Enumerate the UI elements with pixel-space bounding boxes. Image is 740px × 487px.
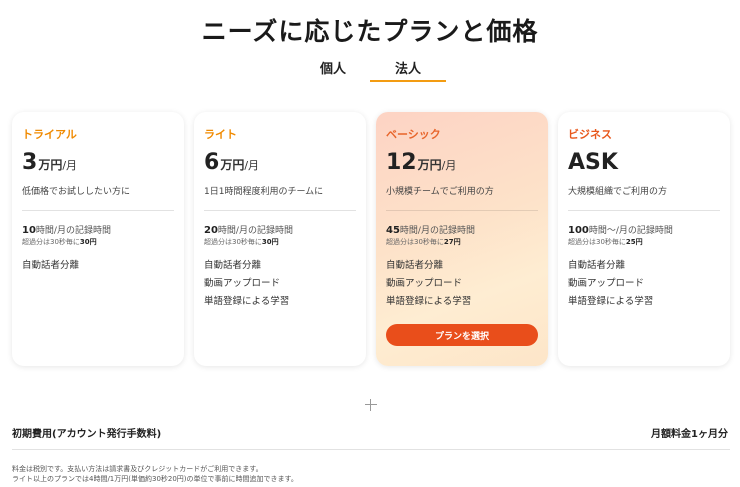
recording-hours: 10時間/月の記録時間 [22, 223, 174, 236]
recording-hours: 45時間/月の記録時間 [386, 223, 538, 236]
overage-price: 30円 [79, 238, 97, 246]
plan-name: トライアル [22, 128, 77, 141]
card-divider [22, 210, 174, 211]
overage-rate: 超過分は30秒毎に27円 [386, 237, 538, 249]
plan-name: ライト [204, 128, 237, 141]
feature-list: 自動話者分離 動画アップロード 単語登録による学習 [568, 257, 720, 311]
feature-item: 動画アップロード [568, 278, 645, 289]
tab-personal[interactable]: 個人 [298, 58, 368, 84]
card-divider [386, 210, 538, 211]
card-divider [204, 210, 356, 211]
overage-text: 超過分は30秒毎に [386, 238, 444, 246]
overage-rate: 超過分は30秒毎に25円 [568, 237, 720, 249]
plan-description: 大規模組織でご利用の方 [568, 187, 668, 197]
price-unit: 万円 [38, 158, 63, 172]
feature-list: 自動話者分離 動画アップロード 単語登録による学習 [386, 257, 538, 311]
plan-name: ビジネス [568, 128, 612, 141]
feature-item: 動画アップロード [204, 278, 281, 289]
price-suffix: /月 [244, 159, 260, 172]
plan-card-trial[interactable]: トライアル 3 万円 /月 低価格でお試ししたい方に 10時間/月の記録時間 超… [12, 112, 184, 366]
plan-card-basic[interactable]: ベーシック 12 万円 /月 小規模チームでご利用の方 45時間/月の記録時間 … [376, 112, 548, 366]
hours-value: 10 [22, 225, 36, 236]
price-unit: 万円 [220, 158, 245, 172]
overage-rate: 超過分は30秒毎に30円 [204, 237, 356, 249]
recording-hours: 20時間/月の記録時間 [204, 223, 356, 236]
price-value: 6 [204, 150, 220, 175]
plan-name: ベーシック [386, 128, 441, 141]
recording-hours: 100時間～/月の記録時間 [568, 223, 720, 236]
hours-text: 時間/月の記録時間 [35, 226, 111, 236]
card-divider [568, 210, 720, 211]
overage-text: 超過分は30秒毎に [22, 238, 80, 246]
feature-item: 単語登録による学習 [386, 296, 472, 307]
plan-price: 12 万円 /月 [386, 150, 538, 180]
initial-fee-label: 初期費用(アカウント発行手数料) [12, 429, 162, 440]
price-value: 12 [386, 150, 417, 175]
feature-item: 自動話者分離 [568, 260, 626, 271]
plan-description: 小規模チームでご利用の方 [386, 187, 494, 197]
hours-value: 20 [204, 225, 218, 236]
plus-icon [364, 398, 378, 412]
select-plan-button[interactable]: プランを選択 [386, 324, 538, 346]
feature-item: 自動話者分離 [22, 260, 80, 271]
plan-type-tabs: 個人 法人 [0, 58, 740, 86]
monthly-fee-label: 月額料金1ヶ月分 [651, 429, 728, 440]
overage-rate: 超過分は30秒毎に30円 [22, 237, 174, 249]
price-value: 3 [22, 150, 38, 175]
overage-price: 30円 [261, 238, 279, 246]
overage-price: 25円 [625, 238, 643, 246]
page-title: ニーズに応じたプランと価格 [201, 17, 539, 46]
fee-divider [12, 449, 730, 450]
price-value: ASK [568, 150, 618, 175]
price-suffix: /月 [62, 159, 78, 172]
price-unit: 万円 [417, 158, 442, 172]
plan-price: 6 万円 /月 [204, 150, 356, 180]
feature-item: 自動話者分離 [204, 260, 262, 271]
feature-item: 単語登録による学習 [568, 296, 654, 307]
price-suffix: /月 [441, 159, 457, 172]
overage-text: 超過分は30秒毎に [204, 238, 262, 246]
hours-text: 時間/月の記録時間 [217, 226, 293, 236]
feature-item: 単語登録による学習 [204, 296, 290, 307]
feature-list: 自動話者分離 [22, 257, 174, 275]
hours-value: 100 [568, 225, 589, 236]
plan-description: 1日1時間程度利用のチームに [204, 187, 324, 197]
plan-card-light[interactable]: ライト 6 万円 /月 1日1時間程度利用のチームに 20時間/月の記録時間 超… [194, 112, 366, 366]
hours-text: 時間/月の記録時間 [399, 226, 475, 236]
plan-description: 低価格でお試ししたい方に [22, 187, 131, 197]
feature-list: 自動話者分離 動画アップロード 単語登録による学習 [204, 257, 356, 311]
overage-price: 27円 [443, 238, 461, 246]
plan-card-business[interactable]: ビジネス ASK 大規模組織でご利用の方 100時間～/月の記録時間 超過分は3… [558, 112, 730, 366]
overage-text: 超過分は30秒毎に [568, 238, 626, 246]
hours-value: 45 [386, 225, 400, 236]
pricing-note: ライト以上のプランでは4時間/1万円(単価約30秒20円)の単位で事前に時間追加… [12, 475, 298, 483]
active-tab-indicator [370, 80, 446, 82]
pricing-note: 料金は税別です。支払い方法は請求書及びクレジットカードがご利用できます。 [12, 465, 263, 473]
hours-text: 時間～/月の記録時間 [588, 226, 673, 236]
plan-price: 3 万円 /月 [22, 150, 174, 180]
feature-item: 動画アップロード [386, 278, 463, 289]
feature-item: 自動話者分離 [386, 260, 444, 271]
plan-price: ASK [568, 150, 720, 180]
